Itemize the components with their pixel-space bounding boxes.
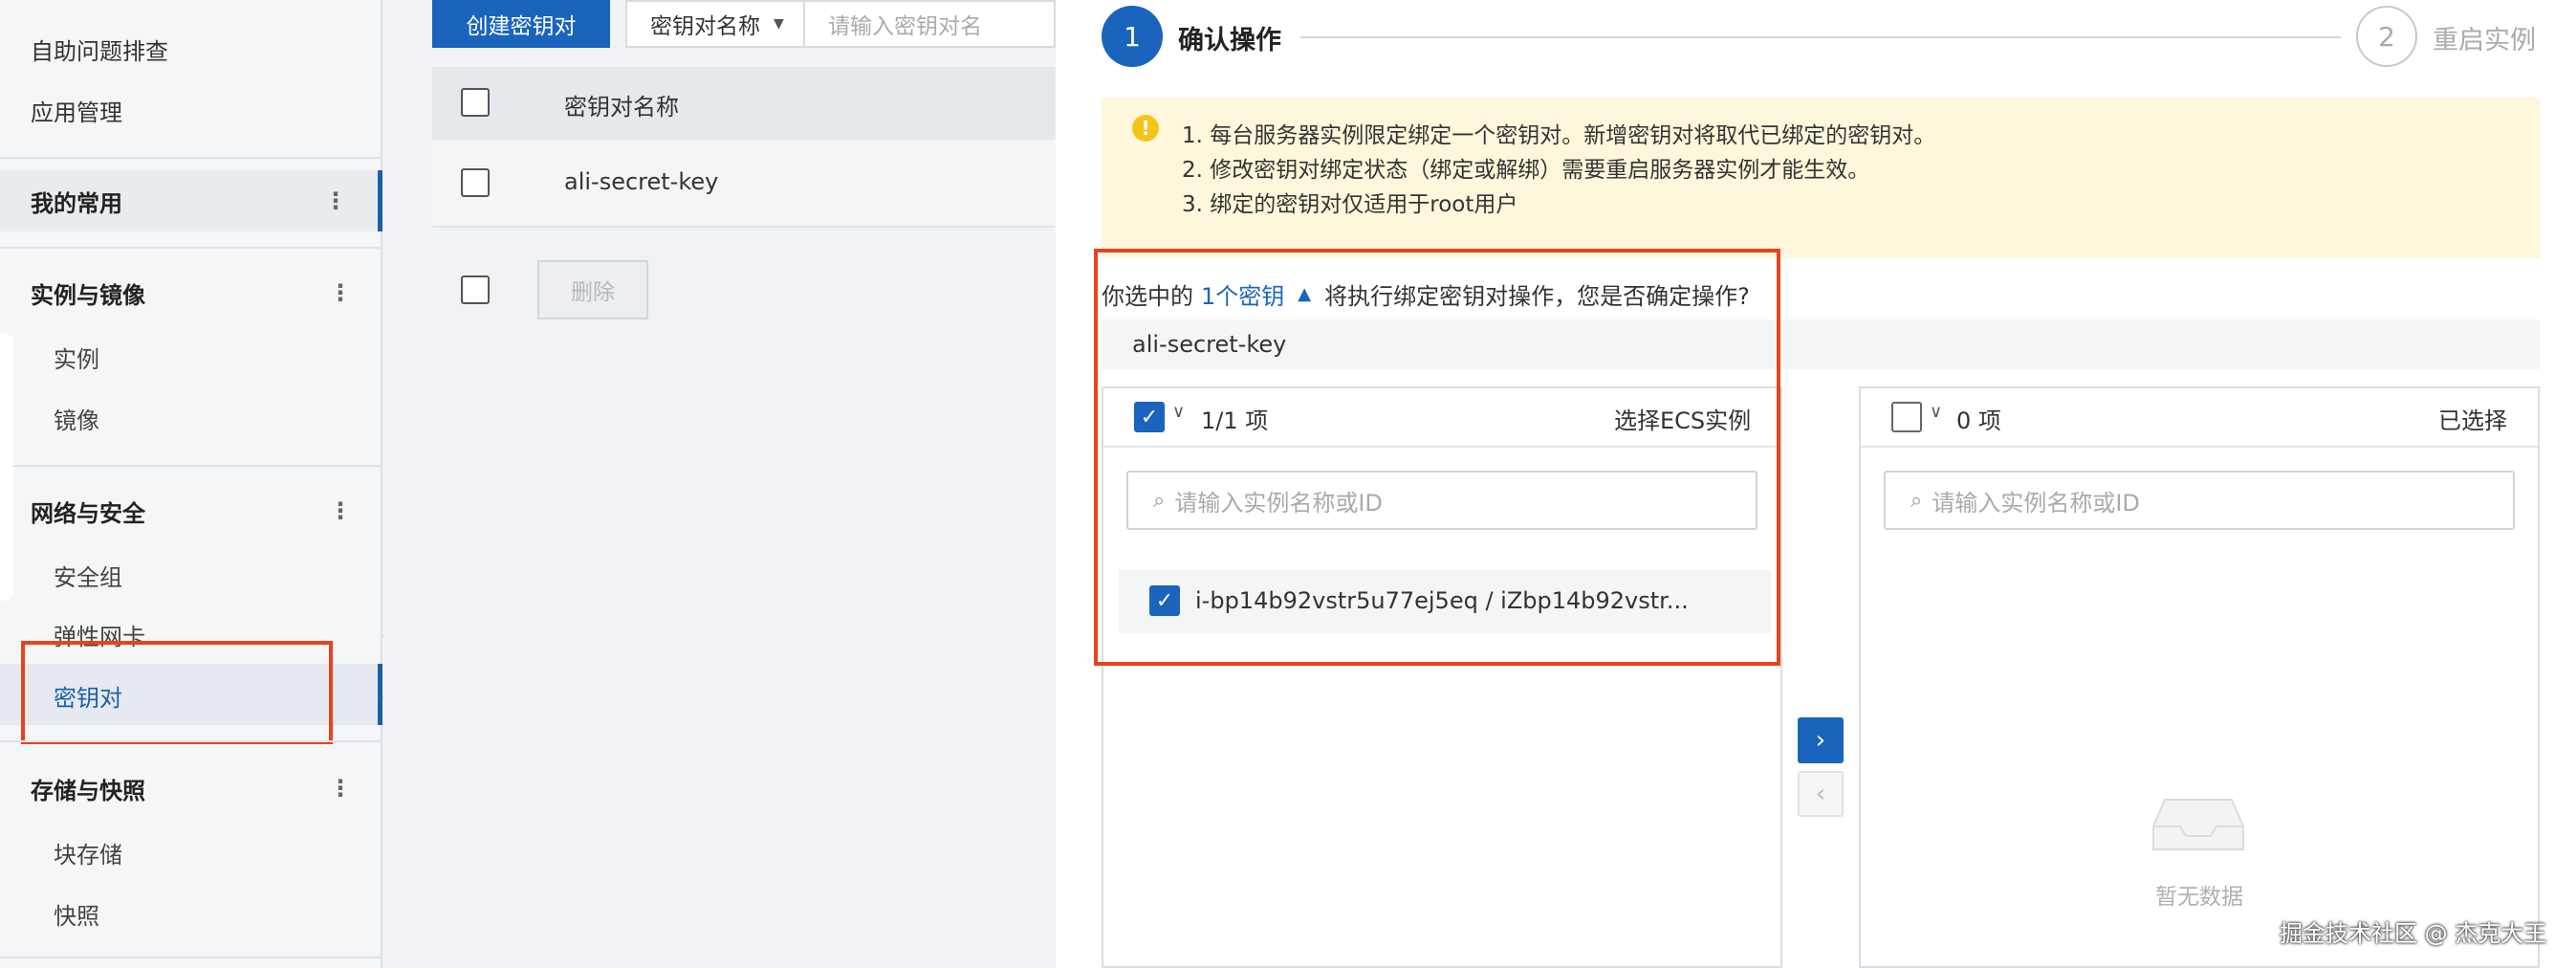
- search-placeholder: 请输入实例名称或ID: [1932, 489, 2140, 517]
- sidebar-item-security-group[interactable]: 安全组: [54, 559, 122, 592]
- side-panel-tab[interactable]: [0, 333, 13, 601]
- notice-line-1: 1. 每台服务器实例限定绑定一个密钥对。新增密钥对将取代已绑定的密钥对。: [1182, 123, 1936, 148]
- delete-button[interactable]: 删除: [537, 260, 648, 319]
- sidebar-item-instance[interactable]: 实例: [54, 341, 99, 374]
- target-select-all-checkbox[interactable]: [1891, 402, 1922, 432]
- caret-down-icon: ▼: [774, 16, 784, 32]
- highlight-box-dialog: [1094, 249, 1780, 666]
- more-icon[interactable]: ⋮: [329, 775, 352, 802]
- notice-line-2: 2. 修改密钥对绑定状态（绑定或解绑）需要重启服务器实例才能生效。: [1182, 158, 1870, 183]
- keypair-name: ali-secret-key: [564, 168, 719, 195]
- sidebar-item-image[interactable]: 镜像: [54, 402, 99, 435]
- watermark: 掘金技术社区 @ 杰克大王: [2280, 920, 2547, 947]
- sidebar-divider: [0, 247, 382, 249]
- move-left-button[interactable]: ‹: [1798, 771, 1844, 817]
- sidebar-group-storage[interactable]: 存储与快照 ⋮: [0, 758, 382, 819]
- step-connector: [1300, 36, 2341, 38]
- sidebar-group-label: 网络与安全: [31, 499, 145, 527]
- empty-state-text: 暂无数据: [2155, 885, 2243, 910]
- target-count: 0 项: [1956, 407, 2001, 434]
- sidebar-divider: [0, 465, 382, 467]
- move-right-button[interactable]: ›: [1798, 717, 1844, 763]
- empty-inbox-icon: [2152, 799, 2244, 850]
- column-header-name: 密钥对名称: [564, 94, 679, 121]
- chevron-down-icon[interactable]: ∨: [1930, 402, 1942, 422]
- create-keypair-button[interactable]: 创建密钥对: [432, 0, 610, 48]
- sidebar-item-block-storage[interactable]: 块存储: [54, 836, 122, 869]
- table-row[interactable]: ali-secret-key: [432, 140, 1056, 228]
- sidebar-divider: [0, 957, 382, 958]
- warning-icon: !: [1132, 115, 1159, 142]
- target-panel-title: 已选择: [2438, 407, 2507, 434]
- step-1-indicator: 1: [1102, 6, 1163, 67]
- keypair-search-input[interactable]: 请输入密钥对名: [805, 0, 1056, 48]
- sidebar-divider: [0, 157, 382, 159]
- sidebar-link-app-management[interactable]: 应用管理: [31, 94, 122, 127]
- footer-select-all-checkbox[interactable]: [461, 275, 490, 304]
- sidebar-group-network[interactable]: 网络与安全 ⋮: [0, 480, 382, 541]
- sidebar-group-instances[interactable]: 实例与镜像 ⋮: [0, 262, 382, 323]
- more-icon[interactable]: ⋮: [329, 497, 352, 524]
- select-all-checkbox[interactable]: [461, 88, 490, 117]
- more-icon[interactable]: ⋮: [329, 279, 352, 306]
- row-checkbox[interactable]: [461, 168, 490, 197]
- step-2-label: 重启实例: [2433, 26, 2536, 55]
- table-header: 密钥对名称: [432, 67, 1056, 140]
- filter-select-label: 密钥对名称: [650, 14, 760, 39]
- sidebar: 自助问题排查 应用管理 我的常用 ⋮ 实例与镜像 ⋮ 实例 镜像 网络与安全 ⋮…: [0, 0, 382, 968]
- sidebar-group-label: 实例与镜像: [31, 281, 145, 309]
- more-icon[interactable]: ⋮: [324, 187, 347, 214]
- search-icon: ⌕: [1910, 488, 1923, 513]
- sidebar-group-favorites[interactable]: 我的常用 ⋮: [0, 170, 382, 231]
- sidebar-link-troubleshoot[interactable]: 自助问题排查: [31, 33, 168, 66]
- step-1-label: 确认操作: [1178, 26, 1281, 55]
- instance-search-input-right[interactable]: ⌕ 请输入实例名称或ID: [1884, 471, 2515, 530]
- step-2-indicator: 2: [2356, 6, 2417, 67]
- notice-line-3: 3. 绑定的密钥对仅适用于root用户: [1182, 192, 1518, 217]
- highlight-box-sidebar: [21, 641, 333, 744]
- sidebar-item-snapshot[interactable]: 快照: [54, 897, 99, 931]
- filter-select[interactable]: 密钥对名称 ▼: [625, 0, 805, 48]
- sidebar-divider: [0, 740, 382, 742]
- sidebar-group-label: 存储与快照: [31, 777, 145, 804]
- sidebar-group-label: 我的常用: [31, 189, 122, 217]
